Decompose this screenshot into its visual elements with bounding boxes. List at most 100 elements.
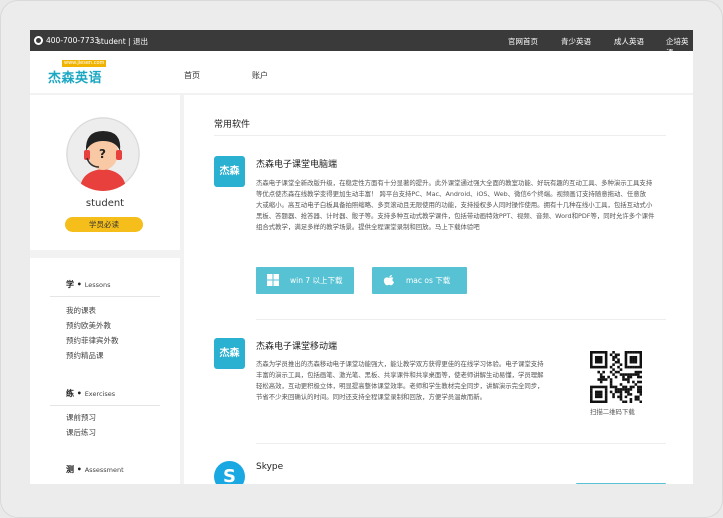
qr-module (599, 378, 603, 381)
qr-module (604, 378, 608, 381)
download-mac-label: mac os 下载 (406, 276, 451, 285)
qr-module (624, 385, 628, 389)
qr-module (639, 388, 643, 391)
qr-module (604, 355, 608, 359)
qr-module (632, 360, 635, 364)
qr-module (622, 378, 625, 381)
qr-module (637, 385, 640, 389)
top-nav-adult[interactable]: 成人英语 (614, 36, 644, 47)
apple-icon (383, 275, 394, 286)
app-name-mobile: 杰森电子课堂移动端 (256, 342, 338, 352)
page-title: 常用软件 (214, 120, 251, 130)
qr-module (599, 358, 603, 362)
qr-module (624, 373, 628, 376)
qr-code (590, 351, 643, 404)
download-mac-button[interactable]: mac os 下载 (372, 267, 467, 294)
site-header: www.jiesen.com 杰森英语 首页 账户 (30, 51, 693, 93)
download-skype-button[interactable] (576, 483, 666, 484)
qr-module (599, 400, 603, 404)
qr-module (629, 388, 633, 391)
qr-module (594, 400, 598, 404)
qr-module (614, 375, 618, 379)
section-exercises: 练 • Exercises (66, 389, 116, 398)
qr-module (609, 383, 613, 386)
nav-home[interactable]: 首页 (184, 70, 200, 81)
top-nav-official[interactable]: 官网首页 (508, 36, 538, 47)
qr-module (637, 398, 640, 401)
qr-module (634, 351, 638, 354)
qr-module (594, 385, 598, 389)
qr-module (594, 390, 598, 394)
student-guide-button[interactable]: 学员必读 (65, 217, 143, 232)
qr-module (597, 395, 601, 399)
qr-module (599, 360, 603, 364)
qr-module (607, 375, 610, 379)
qr-module (614, 355, 618, 359)
qr-module (632, 351, 635, 354)
sidebar-item-review[interactable]: 课后练习 (66, 427, 96, 438)
qr-module (639, 363, 643, 366)
qr-module (590, 358, 593, 362)
qr-module (614, 390, 618, 394)
qr-module (594, 351, 598, 354)
qr-module (639, 375, 643, 379)
qr-module (639, 370, 643, 374)
qr-module (604, 395, 608, 399)
qr-module (629, 365, 633, 369)
qr-module (627, 378, 630, 381)
qr-module (634, 365, 638, 369)
qr-module (637, 373, 640, 376)
phone-icon (34, 36, 43, 45)
qr-module (624, 395, 628, 399)
app-description-mobile: 杰森为学员推出的杰森移动电子课堂功能强大，能让教学双方获得更佳的在线学习体验。电… (256, 360, 544, 401)
site-logo[interactable]: www.jiesen.com 杰森英语 (48, 60, 107, 86)
qr-module (624, 390, 628, 394)
sidebar-item-book-western[interactable]: 预约欧美外教 (66, 320, 111, 331)
qr-module (632, 380, 635, 384)
qr-module (597, 378, 601, 381)
nav-account[interactable]: 账户 (252, 70, 268, 81)
qr-module (594, 360, 598, 364)
qr-module (604, 365, 608, 369)
user-logout[interactable]: student | 退出 (97, 36, 148, 47)
qr-module (594, 355, 598, 359)
qr-module (637, 351, 640, 354)
qr-module (602, 378, 605, 381)
top-nav-junior[interactable]: 青少英语 (561, 36, 591, 47)
qr-module (639, 358, 643, 362)
qr-module (599, 395, 603, 399)
qr-module (590, 360, 593, 364)
qr-module (590, 398, 593, 401)
avatar[interactable]: ? (66, 117, 140, 191)
qr-module (597, 390, 601, 394)
qr-module (597, 385, 601, 389)
qr-module (592, 385, 596, 389)
qr-module (617, 388, 620, 391)
qr-module (590, 353, 593, 357)
sidebar-item-my-schedule[interactable]: 我的课表 (66, 305, 96, 316)
sidebar-item-preview[interactable]: 课前预习 (66, 412, 96, 423)
qr-module (627, 365, 630, 369)
qr-module (597, 358, 601, 362)
qr-module (612, 373, 615, 376)
qr-module (599, 393, 603, 396)
qr-module (632, 355, 635, 359)
download-windows-button[interactable]: win 7 以上下载 (256, 267, 354, 294)
qr-module (590, 365, 593, 369)
sidebar-item-book-premium[interactable]: 预约精品课 (66, 350, 104, 361)
qr-module (639, 351, 643, 354)
qr-module (602, 375, 605, 379)
qr-module (639, 365, 643, 369)
qr-module (612, 385, 615, 389)
qr-module (609, 370, 613, 374)
qr-module (637, 388, 640, 391)
qr-module (604, 388, 608, 391)
qr-module (624, 388, 628, 391)
browser-screen: 400-700-7733 student | 退出 官网首页 青少英语 成人英语… (30, 30, 693, 484)
qr-module (604, 400, 608, 404)
sidebar-item-book-filipino[interactable]: 预约菲律宾外教 (66, 335, 119, 346)
qr-module (590, 388, 593, 391)
qr-module (634, 383, 638, 386)
qr-module (624, 378, 628, 381)
qr-module (609, 378, 613, 381)
